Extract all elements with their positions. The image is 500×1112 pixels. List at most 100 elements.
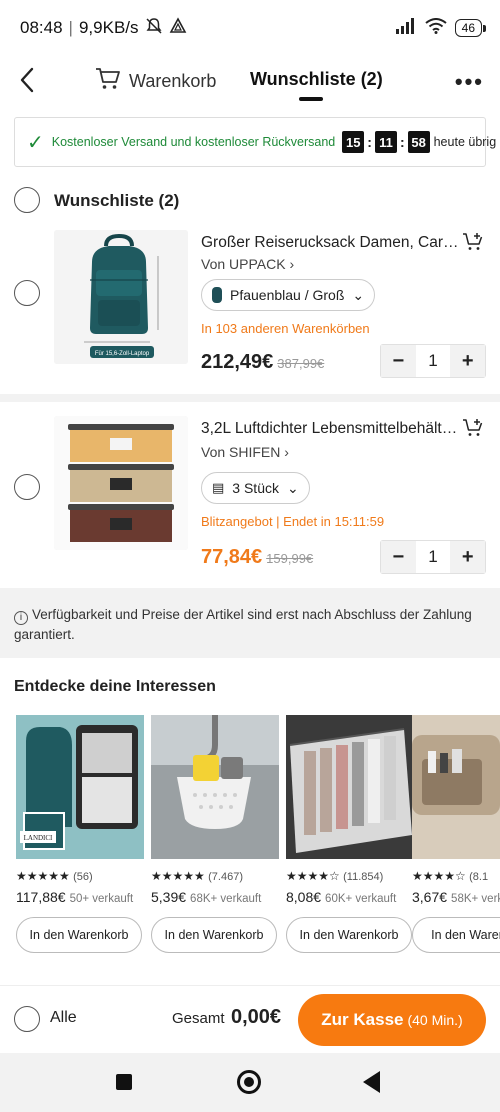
- quantity-value[interactable]: 1: [416, 345, 451, 377]
- brand-logo: LANDICI: [24, 834, 53, 842]
- increase-quantity-button[interactable]: +: [450, 541, 486, 573]
- color-swatch: [212, 287, 222, 303]
- price-row: 3,67€58K+ verka: [412, 889, 500, 905]
- price-row: 8,08€ 60K+ verkauft: [286, 889, 414, 905]
- increase-quantity-button[interactable]: +: [450, 345, 486, 377]
- seller-link[interactable]: Von SHIFEN ›: [201, 444, 289, 460]
- rating: ★★★★★ (56): [16, 869, 144, 883]
- original-price: 159,99€: [266, 551, 314, 566]
- original-price: 387,99€: [277, 356, 325, 371]
- current-price: 212,49€: [201, 351, 274, 373]
- network-speed: 9,9KB/s: [78, 18, 139, 37]
- more-options-icon[interactable]: •••: [455, 69, 484, 95]
- status-time: 08:48: [20, 18, 63, 37]
- quantity-stepper: − 1 +: [380, 540, 486, 574]
- wifi-icon: [425, 17, 447, 39]
- add-to-cart-button[interactable]: In den Warenkorb: [151, 917, 277, 953]
- wishlist-item: 3,2L Luftdichter Lebensmittelbehälter...…: [0, 414, 500, 579]
- product-name[interactable]: 3,2L Luftdichter Lebensmittelbehälter...: [201, 420, 463, 438]
- checkmark-icon: ✓: [27, 131, 44, 154]
- stars-icon: ★★★★★: [151, 869, 205, 883]
- price-line: 212,49€ 387,99€: [201, 351, 324, 374]
- seller-link[interactable]: Von UPPACK ›: [201, 256, 294, 272]
- add-to-cart-button[interactable]: In den Warenkorb: [286, 917, 412, 953]
- recommendation-card[interactable]: LANDICI ★★★★★ (56) 117,88€ 50+ verkauft I…: [16, 715, 144, 953]
- chevron-right-icon: ›: [289, 256, 295, 272]
- flash-sale-note: Blitzangebot | Endet in 15:11:59: [201, 514, 385, 529]
- chevron-down-icon: ⌄: [352, 286, 365, 303]
- mute-icon: [145, 17, 163, 40]
- sold-count: 58K+ verka: [451, 893, 500, 905]
- product-name[interactable]: Großer Reiserucksack Damen, Carry-on...: [201, 234, 463, 252]
- sold-count: 68K+ verkauft: [190, 893, 262, 905]
- tab-cart-label: Warenkorb: [129, 71, 217, 91]
- add-to-cart-button[interactable]: In den Warenkorb: [16, 917, 142, 953]
- price-row: 117,88€ 50+ verkauft: [16, 889, 144, 905]
- review-count: (11.854): [343, 871, 384, 883]
- rating: ★★★★★ (7.467): [151, 869, 279, 883]
- variant-label: Pfauenblau / Groß: [230, 287, 345, 303]
- review-count: (7.467): [208, 871, 243, 883]
- active-tab-indicator: [299, 97, 323, 101]
- add-to-cart-icon[interactable]: [462, 232, 484, 252]
- availability-text: Verfügbarkeit und Preise der Artikel sin…: [14, 607, 472, 642]
- product-image-backpack-open[interactable]: LANDICI: [16, 715, 144, 859]
- select-all-checkbox[interactable]: [14, 1006, 40, 1032]
- seller-name: Von UPPACK: [201, 256, 286, 272]
- home-icon[interactable]: [237, 1070, 261, 1094]
- product-image-drawer-organizer[interactable]: [286, 715, 414, 859]
- countdown-timer: 15 : 11 : 58: [342, 131, 430, 153]
- product-image-food-container[interactable]: [54, 416, 188, 550]
- item-select-checkbox[interactable]: [14, 280, 40, 306]
- recommendation-card[interactable]: ★★★★☆ (11.854) 8,08€ 60K+ verkauft In den…: [286, 715, 414, 953]
- recommendation-card[interactable]: ★★★★☆ (8.1 3,67€58K+ verka In den Warenk…: [412, 715, 500, 953]
- stars-icon: ★★★★☆: [412, 869, 466, 883]
- add-to-cart-button[interactable]: In den Warenko: [412, 917, 500, 953]
- rating: ★★★★☆ (8.1: [412, 869, 500, 883]
- status-bar: 08:48 | 9,9KB/s 46: [0, 0, 500, 56]
- review-count: (56): [73, 871, 93, 883]
- sold-count: 60K+ verkauft: [325, 893, 397, 905]
- product-image-armrest-organizer[interactable]: [412, 715, 500, 859]
- price-line: 77,84€ 159,99€: [201, 546, 313, 569]
- shipping-message: Kostenloser Versand und kostenloser Rück…: [51, 135, 336, 149]
- variant-label: 3 Stück: [232, 480, 279, 496]
- add-to-cart-icon[interactable]: [462, 418, 484, 438]
- header: Warenkorb Wunschliste (2) •••: [0, 56, 500, 106]
- wishlist-title: Wunschliste (2): [54, 191, 180, 210]
- rec-price: 8,08€: [286, 889, 322, 905]
- tab-cart[interactable]: Warenkorb: [95, 67, 216, 96]
- timer-minutes: 11: [374, 131, 397, 153]
- select-all-label[interactable]: Alle: [50, 1009, 77, 1027]
- chevron-down-icon: ⌄: [287, 479, 299, 496]
- discover-title: Entdecke deine Interessen: [14, 678, 216, 695]
- timer-seconds: 58: [407, 131, 430, 153]
- product-image-backpack[interactable]: Für 15,6-Zoll-Laptop: [54, 230, 188, 364]
- total-amount: 0,00€: [231, 1006, 282, 1028]
- review-count: (8.1: [469, 871, 489, 883]
- back-nav-icon[interactable]: [363, 1071, 380, 1093]
- item-select-checkbox[interactable]: [14, 474, 40, 500]
- availability-notice: i Verfügbarkeit und Preise der Artikel si…: [14, 605, 486, 644]
- quantity-value[interactable]: 1: [416, 541, 451, 573]
- tab-wishlist[interactable]: Wunschliste (2): [250, 69, 383, 90]
- product-image-sink-caddy[interactable]: [151, 715, 279, 859]
- checkout-button[interactable]: Zur Kasse (40 Min.): [298, 994, 486, 1046]
- recommendation-card[interactable]: ★★★★★ (7.467) 5,39€ 68K+ verkauft In den …: [151, 715, 279, 953]
- decrease-quantity-button[interactable]: −: [381, 541, 416, 573]
- variant-selector[interactable]: Pfauenblau / Groß ⌄: [201, 279, 376, 311]
- rec-price: 5,39€: [151, 889, 187, 905]
- select-all-wishlist-checkbox[interactable]: [14, 187, 40, 213]
- total-label: Gesamt: [172, 1010, 225, 1027]
- variant-selector[interactable]: ▤ 3 Stück ⌄: [201, 472, 310, 504]
- status-separator: |: [68, 18, 73, 37]
- popularity-note: In 103 anderen Warenkörben: [201, 321, 370, 336]
- recent-apps-icon[interactable]: [116, 1074, 132, 1090]
- checkout-label: Zur Kasse: [321, 1010, 404, 1029]
- price-row: 5,39€ 68K+ verkauft: [151, 889, 279, 905]
- rec-price: 3,67€: [412, 889, 448, 905]
- chevron-right-icon: ›: [284, 444, 289, 460]
- decrease-quantity-button[interactable]: −: [381, 345, 416, 377]
- checkout-footer: Alle Gesamt 0,00€ Zur Kasse (40 Min.): [0, 985, 500, 1053]
- back-arrow-icon[interactable]: [14, 64, 42, 96]
